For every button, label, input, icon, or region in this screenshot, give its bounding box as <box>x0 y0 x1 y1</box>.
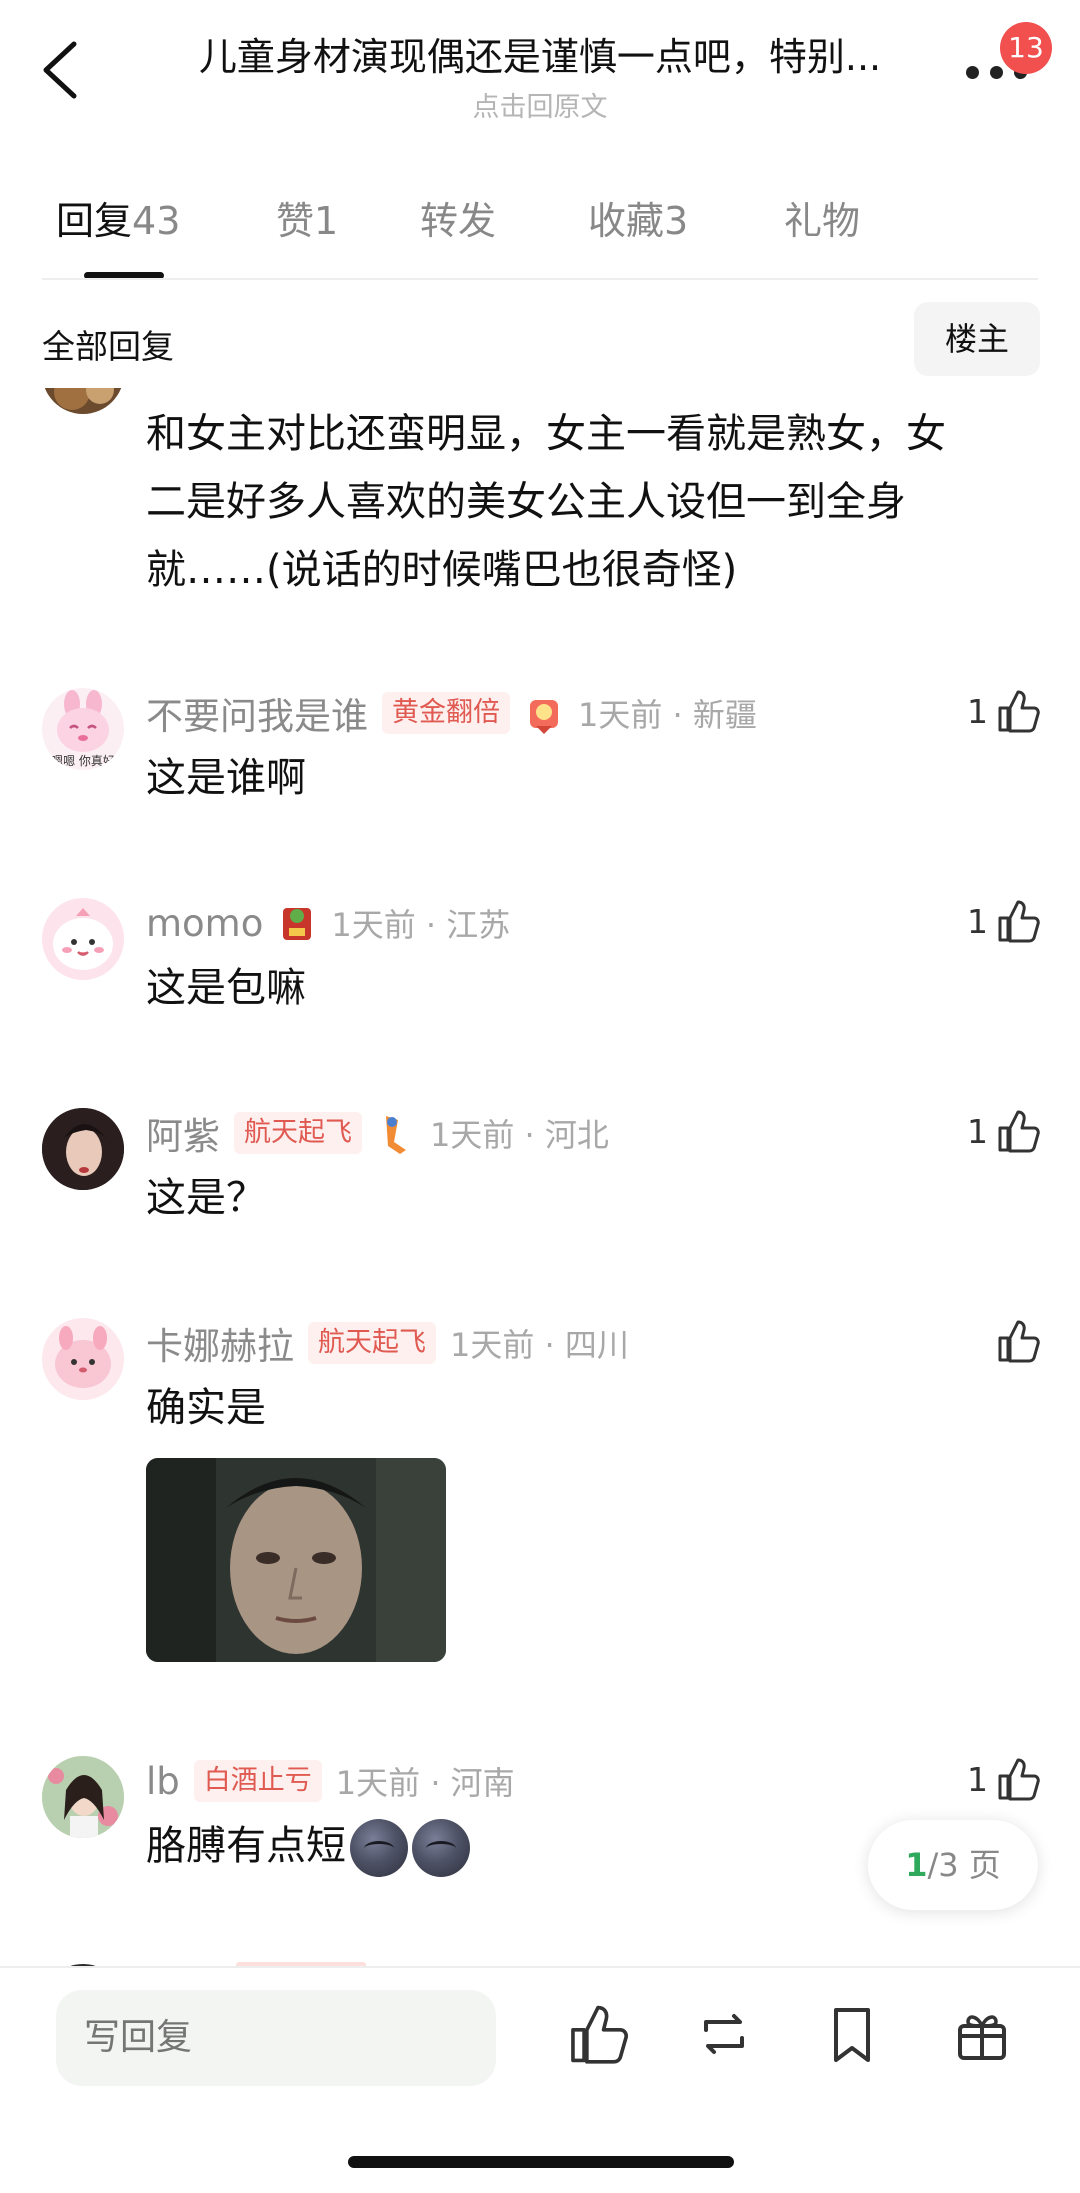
back-to-original-link[interactable]: 点击回原文 <box>160 85 920 124</box>
username[interactable]: 卡娜赫拉 <box>146 1316 294 1370</box>
comment-time: 1天前 · 四川 <box>450 1326 629 1364</box>
avatar[interactable] <box>42 1756 124 1838</box>
comment-meta: 卡娜赫拉 航天起飞 1天前 · 四川 <box>146 1318 629 1368</box>
repost-icon[interactable] <box>692 2002 756 2066</box>
comment-meta: 阿紫 航天起飞 1天前 · 河北 <box>146 1108 609 1158</box>
thumbs-up-icon <box>998 900 1040 943</box>
moon-emoji-icon <box>350 1819 408 1877</box>
like-icon[interactable] <box>566 2002 630 2066</box>
tab-gifts[interactable]: 礼物 <box>784 190 860 245</box>
avatar[interactable] <box>42 1318 124 1400</box>
avatar[interactable]: 嗯嗯 你真好 <box>42 688 124 770</box>
user-tag: 白酒止亏 <box>193 1760 322 1802</box>
comment-time: 1天前 · 新疆 <box>578 696 757 734</box>
tab-reposts[interactable]: 转发 <box>420 190 496 245</box>
comment-time: 1天前 · 河北 <box>430 1116 609 1154</box>
medal-icon <box>376 1110 416 1156</box>
medal-icon <box>524 690 564 736</box>
gift-icon[interactable] <box>950 2002 1014 2066</box>
comment-list[interactable]: 和女主对比还蛮明显，女主一看就是熟女，女 二是好多人喜欢的美女公主人设但一到全身… <box>0 388 1080 1966</box>
comment-meta: momo 1天前 · 江苏 <box>146 898 510 948</box>
comment-time: 1天前 · 江苏 <box>331 906 511 944</box>
back-icon[interactable] <box>38 38 82 102</box>
total-pages: /3 页 <box>927 1846 1001 1884</box>
avatar-caption: 嗯嗯 你真好 <box>51 754 115 768</box>
like-button[interactable]: 1 <box>960 688 1040 738</box>
top-bar: 儿童身材演现偶还是谨慎一点吧，特别... 点击回原文 13 <box>0 0 1080 130</box>
tab-label: 赞 <box>276 199 315 243</box>
tab-replies[interactable]: 回复43 <box>56 190 180 245</box>
user-tag: 黄金翻倍 <box>382 692 510 734</box>
thumbs-up-icon <box>998 1110 1040 1153</box>
tab-count: 3 <box>664 199 689 243</box>
page-indicator[interactable]: 1/3 页 <box>868 1820 1038 1910</box>
comment-text: 这是？ <box>146 1175 266 1221</box>
comment-text: 确实是 <box>146 1385 266 1431</box>
comment-text: 这是包嘛 <box>146 965 306 1011</box>
tab-count: 1 <box>314 199 339 243</box>
avatar[interactable] <box>42 898 124 980</box>
home-indicator <box>348 2156 734 2168</box>
notification-badge: 13 <box>1000 22 1052 74</box>
thumbs-up-icon <box>998 1320 1040 1363</box>
like-button[interactable]: 1 <box>960 1108 1040 1158</box>
like-count: 1 <box>967 1112 988 1151</box>
username[interactable]: momo <box>146 902 263 945</box>
like-button[interactable]: 1 <box>960 1756 1040 1806</box>
tab-likes[interactable]: 赞1 <box>276 190 338 245</box>
like-count: 1 <box>967 1760 988 1799</box>
comment-text: 胳膊有点短 <box>146 1812 470 1880</box>
bookmark-icon[interactable] <box>820 2002 884 2066</box>
like-count: 1 <box>967 902 988 941</box>
like-button[interactable] <box>960 1318 1040 1368</box>
tab-favorites[interactable]: 收藏3 <box>588 190 688 245</box>
like-count: 1 <box>967 692 988 731</box>
comment-meta: 不要问我是谁 黄金翻倍 1天前 · 新疆 <box>146 688 757 738</box>
page-title[interactable]: 儿童身材演现偶还是谨慎一点吧，特别... <box>160 26 920 81</box>
tab-label: 转发 <box>420 199 497 243</box>
username[interactable]: lb <box>146 1760 180 1803</box>
all-replies-label[interactable]: 全部回复 <box>42 320 174 368</box>
comment-text-content: 胳膊有点短 <box>146 1823 346 1869</box>
thumbs-up-icon <box>998 1758 1040 1801</box>
reply-input[interactable] <box>56 1990 496 2086</box>
title-area[interactable]: 儿童身材演现偶还是谨慎一点吧，特别... 点击回原文 <box>160 26 920 124</box>
host-only-button[interactable]: 楼主 <box>914 302 1040 376</box>
moon-emoji-icon <box>412 1819 470 1877</box>
comment-meta: lb 白酒止亏 1天前 · 河南 <box>146 1756 515 1806</box>
avatar[interactable] <box>42 388 124 414</box>
user-tag: 航天起飞 <box>308 1322 436 1364</box>
medal-icon <box>277 900 317 946</box>
comment-text-line: 就……(说话的时候嘴巴也很奇怪) <box>146 547 738 593</box>
username[interactable]: 阿紫 <box>146 1106 220 1160</box>
current-page: 1 <box>905 1846 928 1884</box>
user-tag: 航天起飞 <box>234 1112 362 1154</box>
tab-label: 礼物 <box>784 199 861 243</box>
comment-image[interactable] <box>146 1458 446 1662</box>
tab-count: 43 <box>132 199 181 243</box>
divider <box>42 278 1038 280</box>
comment-text-line: 和女主对比还蛮明显，女主一看就是熟女，女 <box>146 411 946 457</box>
username[interactable]: 不要问我是谁 <box>146 686 368 740</box>
avatar[interactable] <box>42 1108 124 1190</box>
tab-label: 收藏 <box>588 199 665 243</box>
thumbs-up-icon <box>998 690 1040 733</box>
like-button[interactable]: 1 <box>960 898 1040 948</box>
tab-label: 回复 <box>56 199 133 243</box>
tab-bar: 回复43 赞1 转发 收藏3 礼物 <box>0 190 1080 280</box>
comment-time: 1天前 · 河南 <box>335 1764 515 1802</box>
comment-text-line: 二是好多人喜欢的美女公主人设但一到全身 <box>146 479 906 525</box>
comment-text: 这是谁啊 <box>146 755 306 801</box>
